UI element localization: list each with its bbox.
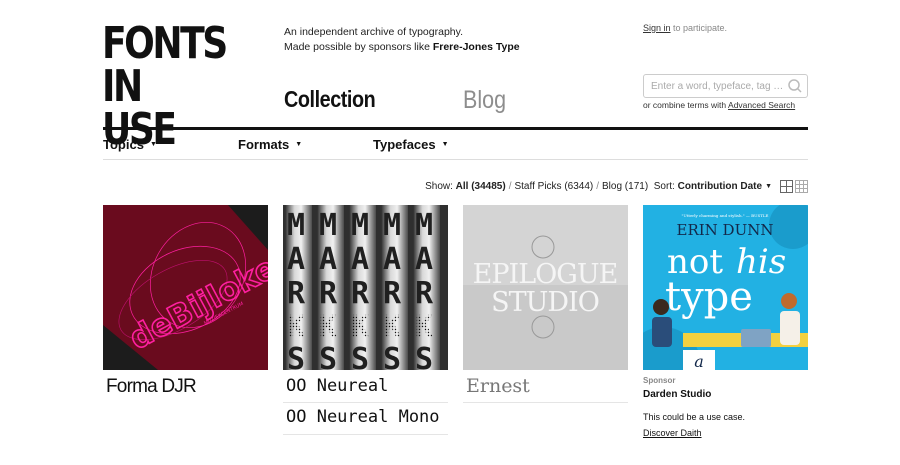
- svg-text:S: S: [351, 342, 369, 370]
- svg-text:R: R: [383, 276, 402, 311]
- view-toggle: [780, 180, 808, 193]
- tagline-line-2: Made possible by sponsors like Frere-Jon…: [284, 40, 520, 55]
- filter-bar: Show: All (34485) / Staff Picks (6344) /…: [425, 180, 808, 193]
- card-image[interactable]: MMMMM AAAAA RRRRR KKKKK SSSSS: [283, 205, 448, 370]
- tagline-prefix: Made possible by sponsors like: [284, 41, 433, 53]
- search-input[interactable]: [644, 80, 786, 92]
- font-link-ernest[interactable]: Ernest: [463, 370, 628, 403]
- tagline: An independent archive of typography. Ma…: [284, 25, 520, 55]
- svg-text:A: A: [287, 242, 305, 277]
- use-card-epilogue[interactable]: EPILOGUE STUDIO Ernest: [463, 205, 628, 403]
- svg-text:M: M: [319, 208, 337, 243]
- search-box: [643, 74, 808, 98]
- svg-text:R: R: [415, 276, 434, 311]
- svg-text:S: S: [319, 342, 337, 370]
- use-card-debijloke[interactable]: deBijloke MUZIEKCENTRUM Forma DJR: [103, 205, 268, 403]
- sort-dropdown[interactable]: Contribution Date: [678, 181, 762, 192]
- svg-text:M: M: [415, 208, 433, 243]
- svg-text:K: K: [287, 310, 305, 345]
- filter-blog[interactable]: Blog (171): [602, 181, 648, 192]
- sponsor-link-discover-daith[interactable]: Discover Daith: [643, 428, 702, 438]
- image-line-2: STUDIO: [491, 287, 599, 318]
- cover-title-3: type: [665, 274, 753, 320]
- neureal-specimen: MMMMM AAAAA RRRRR KKKKK SSSSS: [283, 205, 448, 370]
- svg-text:R: R: [287, 276, 306, 311]
- caret-down-icon: ▼: [441, 141, 449, 148]
- svg-text:S: S: [383, 342, 401, 370]
- card-image[interactable]: EPILOGUE STUDIO: [463, 205, 628, 370]
- subnav-typefaces[interactable]: Typefaces ▼: [373, 137, 449, 152]
- filter-all[interactable]: All (34485): [456, 181, 506, 192]
- subnav-formats-label: Formats: [238, 137, 290, 152]
- nav-blog[interactable]: Blog: [463, 86, 506, 115]
- advanced-search-link[interactable]: Advanced Search: [728, 100, 795, 110]
- site-logo[interactable]: FONTS IN USE: [102, 18, 228, 152]
- cover-glyph: a: [694, 352, 704, 370]
- debijloke-poster: deBijloke MUZIEKCENTRUM: [103, 205, 268, 370]
- font-link-forma-djr[interactable]: Forma DJR: [103, 370, 268, 403]
- sponsor-link-frere-jones[interactable]: Frere-Jones Type: [433, 41, 520, 53]
- show-label: Show:: [425, 181, 453, 192]
- advanced-search-prefix: or combine terms with: [643, 100, 729, 110]
- subnav-topics-label: Topics: [103, 137, 144, 152]
- sponsor-text: This could be a use case.: [643, 412, 746, 422]
- image-line-1: EPILOGUE: [473, 259, 618, 290]
- signin-link[interactable]: Sign in: [643, 23, 671, 33]
- caret-down-icon: ▼: [149, 141, 157, 148]
- logo-line-1: FONTS: [102, 18, 228, 69]
- sponsor-name[interactable]: Darden Studio: [643, 389, 808, 400]
- svg-text:A: A: [415, 242, 433, 277]
- small-grid-icon[interactable]: [795, 180, 808, 193]
- svg-text:K: K: [319, 310, 337, 345]
- subnav-divider: [103, 159, 808, 160]
- header-divider: [103, 127, 808, 130]
- card-image[interactable]: "Utterly charming and stylish." — BUSTLE…: [643, 205, 808, 370]
- cover-blurb: "Utterly charming and stylish." — BUSTLE: [682, 213, 769, 218]
- advanced-search-hint: or combine terms with Advanced Search: [643, 100, 795, 110]
- epilogue-studio-image: EPILOGUE STUDIO: [463, 205, 628, 370]
- caret-down-icon[interactable]: ▼: [765, 183, 772, 190]
- not-his-type-cover: "Utterly charming and stylish." — BUSTLE…: [643, 205, 808, 370]
- card-image[interactable]: deBijloke MUZIEKCENTRUM: [103, 205, 268, 370]
- svg-text:S: S: [287, 342, 305, 370]
- large-grid-icon[interactable]: [780, 180, 793, 193]
- sponsor-card-darden[interactable]: "Utterly charming and stylish." — BUSTLE…: [643, 205, 808, 438]
- subnav-formats[interactable]: Formats ▼: [238, 137, 302, 152]
- svg-text:R: R: [319, 276, 338, 311]
- filter-staff-picks[interactable]: Staff Picks (6344): [514, 181, 593, 192]
- subnav-typefaces-label: Typefaces: [373, 137, 436, 152]
- font-link-oo-neureal[interactable]: OO Neureal: [283, 370, 448, 403]
- sort-label: Sort:: [653, 181, 675, 192]
- font-link-oo-neureal-mono[interactable]: OO Neureal Mono: [283, 403, 448, 435]
- svg-text:A: A: [319, 242, 337, 277]
- caret-down-icon: ▼: [295, 141, 303, 148]
- use-card-neureal[interactable]: MMMMM AAAAA RRRRR KKKKK SSSSS OO Neureal…: [283, 205, 448, 435]
- subnav-topics[interactable]: Topics ▼: [103, 137, 157, 152]
- separator: /: [508, 181, 512, 192]
- sponsor-label: Sponsor: [643, 376, 676, 385]
- tagline-line-1: An independent archive of typography.: [284, 26, 464, 38]
- svg-text:M: M: [351, 208, 369, 243]
- cover-author: ERIN DUNN: [677, 221, 774, 239]
- nav-collection[interactable]: Collection: [284, 86, 376, 113]
- signin-suffix: to participate.: [670, 23, 728, 33]
- svg-text:R: R: [351, 276, 370, 311]
- svg-text:A: A: [351, 242, 369, 277]
- svg-text:K: K: [415, 310, 433, 345]
- signin-prompt: Sign in to participate.: [643, 23, 727, 33]
- separator: /: [596, 181, 600, 192]
- search-icon[interactable]: [786, 77, 804, 95]
- svg-text:K: K: [383, 310, 401, 345]
- svg-text:S: S: [415, 342, 433, 370]
- svg-text:M: M: [287, 208, 305, 243]
- svg-text:K: K: [351, 310, 369, 345]
- svg-text:A: A: [383, 242, 401, 277]
- svg-text:M: M: [383, 208, 401, 243]
